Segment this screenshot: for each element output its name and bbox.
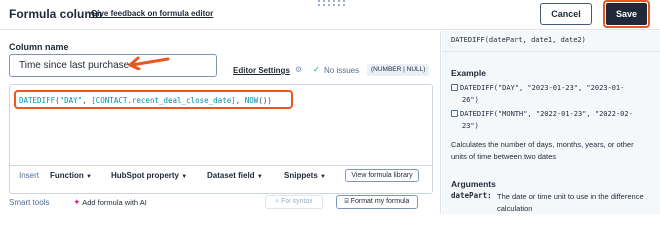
editor-settings-link[interactable]: Editor Settings (233, 66, 290, 75)
divider (442, 51, 660, 52)
function-dropdown[interactable]: Function ▼ (50, 171, 92, 180)
format-formula-button[interactable]: ⌸ Format my formula (336, 195, 418, 209)
search-icon: ⌕ (275, 198, 280, 205)
hubspot-property-label: HubSpot property (111, 171, 179, 180)
return-type-badge: (NUMBER | NULL) (367, 64, 430, 76)
editor-panel: Column name Time since last purchase Edi… (0, 31, 441, 214)
example-2: DATEDIFF("MONTH", "2022-01-23", "2022-02… (451, 108, 656, 132)
caret-down-icon: ▼ (181, 174, 188, 180)
insert-toolbar: Insert Function ▼ HubSpot property ▼ Dat… (10, 165, 432, 183)
snippets-dropdown[interactable]: Snippets ▼ (284, 171, 326, 180)
page-title: Formula column (9, 7, 103, 21)
copy-icon[interactable] (451, 110, 458, 117)
formula-close-paren: ()) (258, 96, 272, 105)
add-ai-label: Add formula with AI (82, 198, 147, 207)
formula-arg-datepart: "DAY" (59, 96, 83, 105)
caret-down-icon: ▼ (256, 174, 263, 180)
snippets-label: Snippets (284, 171, 318, 180)
arguments-heading: Arguments (451, 179, 496, 189)
column-name-input[interactable]: Time since last purchase (9, 54, 217, 77)
formula-arg-now: NOW (244, 96, 259, 105)
format-label: Format my formula (350, 198, 410, 205)
argument-name: datePart: (451, 191, 492, 200)
insert-label: Insert (19, 171, 40, 180)
smart-tools-label: Smart tools (9, 198, 50, 207)
example-1-line-2: 26") (462, 96, 479, 104)
sparkle-icon: ✦ (73, 197, 81, 207)
copy-icon[interactable] (451, 84, 458, 91)
caret-down-icon: ▼ (86, 174, 92, 180)
view-formula-library-button[interactable]: View formula library (345, 169, 419, 182)
function-description: Calculates the number of days, months, y… (451, 140, 634, 161)
drag-handle-icon[interactable] (318, 0, 346, 6)
arrow-left-icon (128, 56, 170, 70)
no-issues-status: No issues (324, 66, 360, 75)
smart-tools-bar: Smart tools ✦ Add formula with AI ⌕ Fix … (9, 194, 433, 212)
docs-panel: DATEDIFF(datePart, date1, date2) Example… (442, 31, 660, 214)
function-label: Function (50, 171, 84, 180)
save-button-highlight: Save (603, 0, 650, 28)
gear-icon[interactable]: ⚙ (295, 65, 302, 74)
example-1-line-1: DATEDIFF("DAY", "2023-01-23", "2023-01- (460, 84, 625, 92)
formula-function: DATEDIFF (19, 96, 56, 105)
cancel-button[interactable]: Cancel (540, 3, 592, 25)
save-button[interactable]: Save (606, 3, 647, 25)
formula-arg-property: [CONTACT.recent_deal_close_date] (91, 96, 236, 105)
format-icon: ⌸ (344, 198, 349, 205)
column-name-label: Column name (9, 42, 69, 52)
example-heading: Example (451, 68, 486, 78)
feedback-link[interactable]: Give feedback on formula editor (91, 9, 213, 18)
example-2-line-1: DATEDIFF("MONTH", "2022-01-23", "2022-02… (460, 110, 633, 118)
function-signature: DATEDIFF(datePart, date1, date2) (451, 36, 586, 44)
formula-separator: , (82, 96, 92, 105)
formula-code[interactable]: DATEDIFF("DAY", [CONTACT.recent_deal_clo… (19, 96, 272, 105)
dataset-field-dropdown[interactable]: Dataset field ▼ (207, 171, 263, 180)
fix-syntax-button[interactable]: ⌕ Fix syntax (265, 195, 323, 209)
caret-down-icon: ▼ (320, 174, 326, 180)
check-icon: ✓ (313, 65, 320, 74)
top-bar: Formula column Give feedback on formula … (0, 0, 660, 30)
add-formula-ai-button[interactable]: ✦ Add formula with AI (73, 197, 147, 208)
dataset-field-label: Dataset field (207, 171, 255, 180)
example-2-line-2: 23") (462, 122, 479, 130)
argument-description: The date or time unit to use in the diff… (497, 192, 644, 213)
formula-editor[interactable]: DATEDIFF("DAY", [CONTACT.recent_deal_clo… (9, 84, 433, 194)
hubspot-property-dropdown[interactable]: HubSpot property ▼ (111, 171, 187, 180)
formula-separator: , (235, 96, 245, 105)
example-1: DATEDIFF("DAY", "2023-01-23", "2023-01- … (451, 82, 656, 106)
fix-syntax-label: Fix syntax (281, 198, 313, 205)
